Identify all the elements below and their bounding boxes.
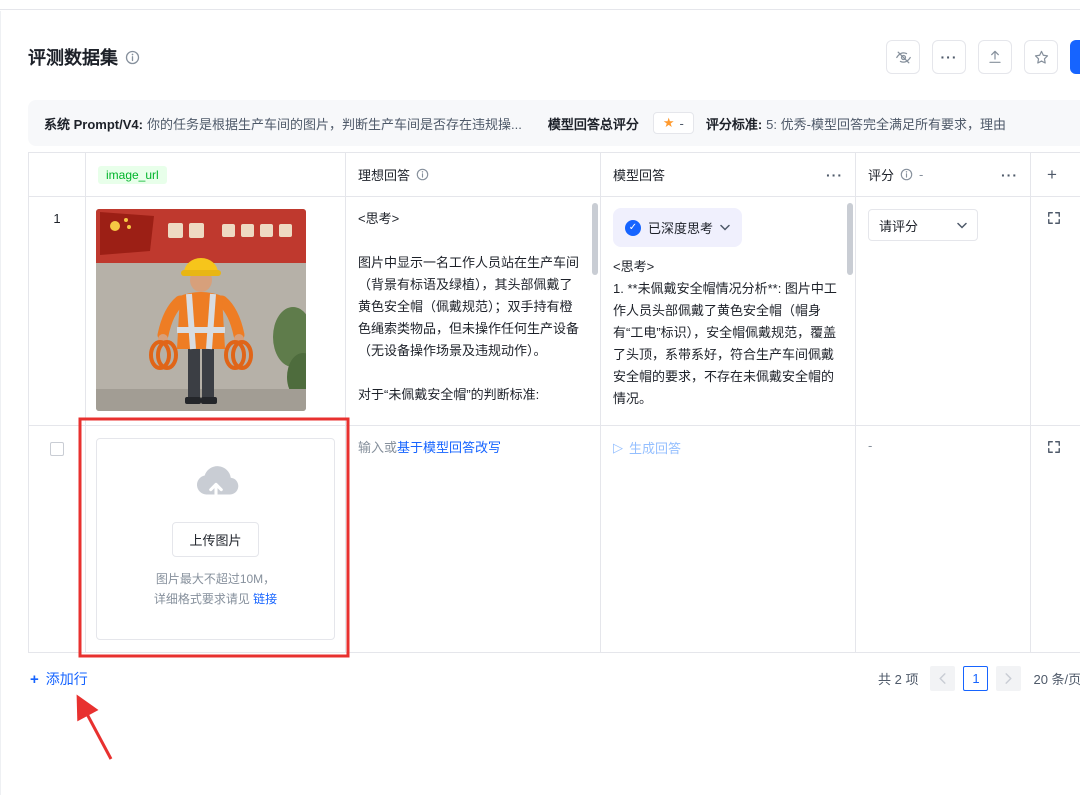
page-size-select[interactable]: 20 条/页 — [1033, 669, 1080, 688]
star-icon: ★ — [662, 115, 675, 130]
play-icon: ▷ — [613, 439, 623, 455]
info-icon — [416, 168, 429, 181]
prev-page-button[interactable] — [930, 666, 956, 691]
score-empty-value: - — [868, 438, 873, 453]
score-column-title: 评分 — [868, 168, 895, 183]
total-score-value: - — [679, 115, 684, 131]
toolbar: ··· — [886, 40, 1080, 74]
generate-answer-button[interactable]: ▷ 生成回答 — [613, 438, 681, 457]
score-aggregate-value: - — [919, 167, 924, 182]
page-header: 评测数据集 — [28, 44, 140, 70]
page-size-value: 20 条/页 — [1033, 672, 1080, 687]
eval-dataset-page: 评测数据集 ··· 系统 Prompt/V4: 你的任务是根据生产车间的图片，判… — [0, 0, 1080, 795]
scrollbar-thumb[interactable] — [847, 203, 853, 275]
ellipsis-icon: ··· — [940, 49, 958, 65]
scrollbar-thumb[interactable] — [592, 203, 598, 275]
add-row-button[interactable]: + 添加行 — [30, 669, 88, 689]
format-requirements-link[interactable]: 链接 — [253, 592, 277, 606]
system-prompt-banner: 系统 Prompt/V4: 你的任务是根据生产车间的图片，判断生产车间是否存在违… — [28, 100, 1080, 146]
current-page-button[interactable]: 1 — [963, 666, 989, 691]
hide-columns-button[interactable] — [886, 40, 920, 74]
image-upload-dropzone[interactable]: 上传图片 图片最大不超过10M， 详细格式要求请见 链接 — [96, 438, 335, 640]
total-score-label: 模型回答总评分 — [547, 116, 639, 132]
row1-score-cell: 请评分 — [856, 197, 1031, 426]
expand-row-button[interactable] — [1047, 440, 1061, 454]
row2-image-cell: 上传图片 图片最大不超过10M， 详细格式要求请见 链接 — [86, 426, 346, 653]
upload-hint-line2: 详细格式要求请见 链接 — [153, 592, 278, 606]
rewrite-from-model-link[interactable]: 基于模型回答改写 — [397, 440, 501, 455]
plus-icon: + — [30, 670, 39, 688]
upload-hint-line1: 图片最大不超过10M， — [155, 572, 276, 586]
score-select-placeholder: 请评分 — [879, 218, 919, 234]
more-actions-button[interactable]: ··· — [932, 40, 966, 74]
score-select[interactable]: 请评分 — [868, 209, 978, 241]
header-index-column — [29, 153, 86, 197]
cloud-upload-icon — [193, 465, 239, 504]
row1-index: 1 — [29, 197, 86, 426]
image-url-tag: image_url — [98, 165, 167, 184]
row-number: 1 — [53, 211, 61, 226]
export-upload-button[interactable] — [978, 40, 1012, 74]
info-icon — [900, 168, 913, 181]
criteria-text: 5: 优秀-模型回答完全满足所有要求，理由 — [766, 116, 1006, 132]
system-prompt-label: 系统 Prompt/V4: — [44, 116, 143, 132]
criteria-label: 评分标准: — [705, 116, 763, 132]
row2-index-cell — [29, 426, 86, 653]
chevron-down-icon — [957, 222, 967, 229]
deep-think-toggle[interactable]: ✓ 已深度思考 — [613, 208, 743, 247]
row-checkbox[interactable] — [50, 442, 64, 456]
add-row-label: 添加行 — [45, 671, 88, 687]
header-ideal-answer-column: 理想回答 — [346, 153, 601, 197]
total-items-label: 共 2 项 — [878, 672, 919, 687]
left-divider — [0, 11, 1, 795]
top-divider — [0, 0, 1080, 10]
dataset-table: image_url 理想回答 模型回答 ··· 评分 - ··· + 1 <思考… — [28, 152, 1080, 653]
ideal-answer-text: <思考> 图片中显示一名工作人员站在生产车间（背景有标语及绿植），其头部佩戴了黄… — [358, 211, 580, 402]
score-column-more-button[interactable]: ··· — [1001, 167, 1018, 183]
deep-think-label: 已深度思考 — [648, 221, 714, 236]
model-answer-text: <思考> 1. **未佩戴安全帽情况分析**: 图片中工作人员头部佩戴了黄色安全… — [613, 259, 837, 406]
favorite-button[interactable] — [1024, 40, 1058, 74]
chevron-down-icon — [720, 224, 730, 231]
header-score-column: 评分 - ··· — [856, 153, 1031, 197]
worker-photo[interactable] — [96, 209, 306, 411]
row1-model-answer-cell: ✓ 已深度思考 <思考> 1. **未佩戴安全帽情况分析**: 图片中工作人员头… — [601, 197, 856, 426]
upload-icon — [987, 49, 1003, 65]
eye-off-icon — [895, 49, 912, 66]
annotation-arrow — [76, 694, 113, 760]
row1-image-cell — [86, 197, 346, 426]
upload-hints: 图片最大不超过10M， 详细格式要求请见 链接 — [154, 569, 277, 609]
header-model-answer-column: 模型回答 ··· — [601, 153, 856, 197]
row1-ideal-answer-cell[interactable]: <思考> 图片中显示一名工作人员站在生产车间（背景有标语及绿植），其头部佩戴了黄… — [346, 197, 601, 426]
row2-score-cell: - — [856, 426, 1031, 653]
row1-actions-cell — [1031, 197, 1080, 426]
row2-ideal-answer-cell[interactable]: 输入或基于模型回答改写 — [346, 426, 601, 653]
total-score-badge: ★ - — [652, 112, 694, 134]
plus-icon: + — [1047, 164, 1057, 184]
upload-image-button[interactable]: 上传图片 — [172, 522, 259, 557]
model-column-title: 模型回答 — [613, 168, 666, 183]
star-outline-icon — [1033, 49, 1050, 66]
ideal-input-placeholder: 输入或 — [358, 440, 398, 455]
add-column-button[interactable]: + — [1031, 153, 1080, 197]
primary-action-button[interactable] — [1070, 40, 1080, 74]
pagination: 共 2 项 1 20 条/页 — [878, 666, 1080, 691]
next-page-button[interactable] — [996, 666, 1022, 691]
expand-row-button[interactable] — [1047, 211, 1061, 225]
row2-actions-cell — [1031, 426, 1080, 653]
check-circle-icon: ✓ — [625, 219, 641, 236]
info-icon — [125, 50, 140, 65]
generate-answer-label: 生成回答 — [629, 441, 682, 456]
ideal-column-title: 理想回答 — [358, 168, 411, 183]
page-title: 评测数据集 — [28, 48, 118, 68]
row2-model-answer-cell: ▷ 生成回答 — [601, 426, 856, 653]
system-prompt-text: 你的任务是根据生产车间的图片，判断生产车间是否存在违规操... — [146, 116, 522, 132]
model-column-more-button[interactable]: ··· — [826, 167, 843, 183]
header-image-url-column: image_url — [86, 153, 346, 197]
